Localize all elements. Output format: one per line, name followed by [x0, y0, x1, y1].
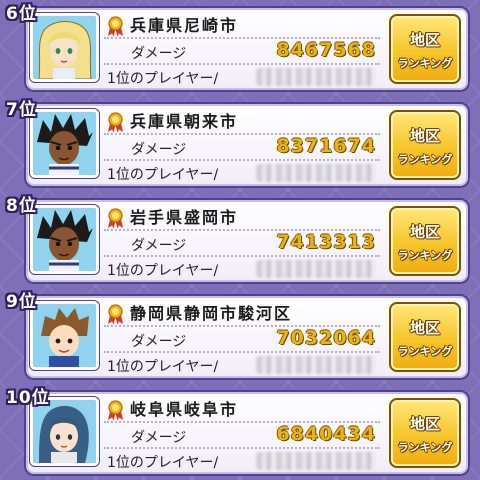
button-label-area: 地区 — [409, 319, 440, 337]
city-name: 静岡県静岡市駿河区 — [130, 304, 293, 323]
top-player-label: 1位のプレイヤー/ — [107, 71, 219, 87]
avatar-illustration — [33, 112, 96, 175]
damage-score: 8371674 — [276, 135, 376, 157]
divider — [104, 255, 380, 257]
area-ranking-button[interactable]: 地区 ランキング — [389, 398, 461, 468]
ranking-row: 10位 岐阜県岐阜市 ダメージ 6840434 1位のプレイヤー/ 地区 ランキ… — [0, 384, 480, 480]
rank-label: 9位 — [6, 292, 37, 312]
avatar-illustration — [33, 304, 96, 367]
player-name-blurred — [256, 452, 376, 470]
button-label-area: 地区 — [409, 127, 440, 145]
top-player-label: 1位のプレイヤー/ — [107, 359, 219, 375]
city-name: 岩手県盛岡市 — [130, 208, 239, 227]
damage-score: 6840434 — [276, 423, 376, 445]
button-label-area: 地区 — [409, 31, 440, 49]
avatar-illustration — [33, 16, 96, 79]
button-label-ranking: ランキング — [397, 57, 453, 70]
avatar-illustration — [33, 208, 96, 271]
area-ranking-button[interactable]: 地区 ランキング — [389, 206, 461, 276]
damage-label: ダメージ — [131, 142, 187, 158]
ranking-list: 6位 兵庫県尼崎市 ダメージ 8467568 1位のプレイヤー/ 地区 ランキン… — [0, 0, 480, 480]
damage-score: 8467568 — [276, 39, 376, 61]
button-label-ranking: ランキング — [397, 345, 453, 358]
top-player-label: 1位のプレイヤー/ — [107, 455, 219, 471]
avatar-brown-spiky-hair-character — [30, 301, 99, 370]
medal-icon — [108, 304, 123, 325]
damage-label: ダメージ — [131, 46, 187, 62]
medal-icon — [108, 400, 123, 421]
avatar-blonde-hair-character — [30, 13, 99, 82]
divider — [104, 351, 380, 353]
area-ranking-button[interactable]: 地区 ランキング — [389, 110, 461, 180]
top-player-label: 1位のプレイヤー/ — [107, 167, 219, 183]
avatar-illustration — [33, 400, 96, 463]
ranking-row: 7位 兵庫県朝来市 ダメージ 8371674 1位のプレイヤー/ 地区 ランキン… — [0, 96, 480, 192]
area-ranking-button[interactable]: 地区 ランキング — [389, 302, 461, 372]
button-label-ranking: ランキング — [397, 249, 453, 262]
divider — [104, 159, 380, 161]
avatar-dark-skin-spiky-hair-character — [30, 109, 99, 178]
damage-score: 7413313 — [276, 231, 376, 253]
damage-score: 7032064 — [276, 327, 376, 349]
rank-label: 7位 — [6, 100, 37, 120]
medal-icon — [108, 208, 123, 229]
player-name-blurred — [256, 356, 376, 374]
rank-label: 8位 — [6, 196, 37, 216]
ranking-row: 6位 兵庫県尼崎市 ダメージ 8467568 1位のプレイヤー/ 地区 ランキン… — [0, 0, 480, 96]
player-name-blurred — [256, 260, 376, 278]
divider — [104, 63, 380, 65]
rank-label: 6位 — [6, 4, 37, 24]
top-player-label: 1位のプレイヤー/ — [107, 263, 219, 279]
button-label-ranking: ランキング — [397, 441, 453, 454]
city-name: 兵庫県朝来市 — [130, 112, 239, 131]
button-label-area: 地区 — [409, 223, 440, 241]
area-ranking-button[interactable]: 地区 ランキング — [389, 14, 461, 84]
damage-label: ダメージ — [131, 430, 187, 446]
ranking-row: 9位 静岡県静岡市駿河区 ダメージ 7032064 1位のプレイヤー/ 地区 ラ… — [0, 288, 480, 384]
medal-icon — [108, 112, 123, 133]
avatar-dark-skin-spiky-hair-character — [30, 205, 99, 274]
divider — [104, 447, 380, 449]
damage-label: ダメージ — [131, 334, 187, 350]
city-name: 岐阜県岐阜市 — [130, 400, 239, 419]
player-name-blurred — [256, 164, 376, 182]
button-label-ranking: ランキング — [397, 153, 453, 166]
damage-label: ダメージ — [131, 238, 187, 254]
button-label-area: 地区 — [409, 415, 440, 433]
medal-icon — [108, 16, 123, 37]
city-name: 兵庫県尼崎市 — [130, 16, 239, 35]
ranking-row: 8位 岩手県盛岡市 ダメージ 7413313 1位のプレイヤー/ 地区 ランキン… — [0, 192, 480, 288]
rank-label: 10位 — [6, 388, 50, 408]
player-name-blurred — [256, 68, 376, 86]
